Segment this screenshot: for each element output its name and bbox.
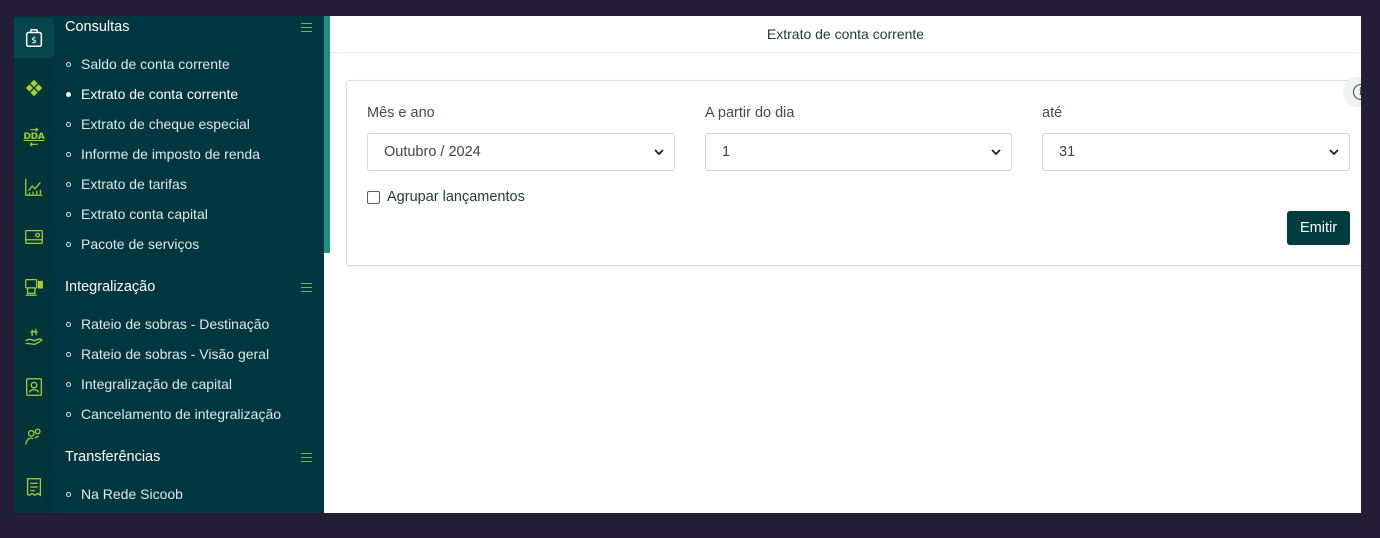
sidebar-item-integralizacao-capital[interactable]: Integralização de capital: [66, 373, 232, 395]
sidebar-item-label: Rateio de sobras - Visão geral: [81, 346, 270, 362]
sidebar-menu: Consultas Saldo de conta corrente Extrat…: [54, 16, 324, 513]
sidebar-item-label: Extrato de cheque especial: [81, 116, 250, 132]
section-title: Transferências: [65, 449, 161, 465]
to-day-select-value: 31: [1059, 144, 1076, 160]
svg-text:$: $: [31, 35, 37, 46]
bullet-icon: [66, 351, 71, 357]
from-day-label: A partir do dia: [705, 105, 795, 121]
sidebar-item-saldo[interactable]: Saldo de conta corrente: [66, 53, 230, 75]
to-day-label: até: [1042, 105, 1063, 121]
info-button[interactable]: i: [1343, 77, 1361, 107]
sidebar-item-tarifas[interactable]: Extrato de tarifas: [66, 173, 187, 195]
section-header-transferencias[interactable]: Transferências: [54, 442, 324, 472]
dda-label: DDA: [23, 132, 45, 142]
sidebar-item-label: Rateio de sobras - Destinação: [81, 316, 270, 332]
emit-button[interactable]: Emitir: [1287, 211, 1350, 245]
sidebar-item-label: Extrato conta capital: [81, 206, 208, 222]
sidebar-item-cancelamento[interactable]: Cancelamento de integralização: [66, 403, 281, 425]
sidebar-item-extrato-conta-corrente[interactable]: Extrato de conta corrente: [66, 83, 238, 105]
page-title: Extrato de conta corrente: [330, 16, 1361, 53]
dda-icon[interactable]: DDA: [14, 117, 54, 157]
section-header-integralizacao[interactable]: Integralização: [54, 272, 324, 302]
sidebar-item-label: Extrato de tarifas: [81, 176, 187, 192]
sidebar-item-label: Na Rede Sicoob: [81, 486, 183, 502]
bullet-icon: [66, 381, 71, 387]
from-day-select[interactable]: 1: [705, 133, 1012, 171]
group-entries-label[interactable]: Agrupar lançamentos: [387, 189, 525, 205]
bullet-icon: [66, 151, 71, 157]
sidebar-item-rateio-destinacao[interactable]: Rateio de sobras - Destinação: [66, 313, 269, 335]
bullet-icon: [66, 211, 71, 217]
sidebar-item-rateio-visao-geral[interactable]: Rateio de sobras - Visão geral: [66, 343, 269, 365]
info-icon: i: [1353, 84, 1361, 100]
sidebar-item-conta-capital[interactable]: Extrato conta capital: [66, 203, 208, 225]
bullet-icon: [66, 61, 71, 67]
people-icon[interactable]: [14, 417, 54, 457]
month-select-value: Outubro / 2024: [384, 144, 481, 160]
sidebar-item-label: Saldo de conta corrente: [81, 56, 230, 72]
sidebar-item-pacote-servicos[interactable]: Pacote de serviços: [66, 233, 199, 255]
bullet-icon: [66, 241, 71, 247]
hamburger-icon[interactable]: [301, 22, 312, 32]
to-day-select[interactable]: 31: [1042, 133, 1350, 171]
card-payment-icon[interactable]: [14, 217, 54, 257]
bullet-icon: [66, 491, 71, 497]
hamburger-icon[interactable]: [301, 282, 312, 292]
printer-machine-icon[interactable]: [14, 267, 54, 307]
section-header-consultas[interactable]: Consultas: [54, 16, 324, 42]
section-title: Integralização: [65, 279, 156, 295]
group-entries-checkbox[interactable]: [367, 190, 380, 204]
chevron-down-icon: [654, 148, 664, 155]
month-label: Mês e ano: [367, 105, 435, 121]
bullet-icon: [66, 411, 71, 417]
bullet-icon: [66, 91, 71, 97]
app-window: $ DDA Consultas Saldo de conta corrente …: [14, 16, 1361, 513]
hamburger-icon[interactable]: [301, 452, 312, 462]
month-select[interactable]: Outubro / 2024: [367, 133, 675, 171]
sidebar-item-rede-sicoob[interactable]: Na Rede Sicoob: [66, 483, 183, 505]
money-bag-icon[interactable]: $: [14, 18, 54, 58]
bullet-icon: [66, 321, 71, 327]
sidebar-item-label: Informe de imposto de renda: [81, 146, 260, 162]
clover-icon[interactable]: [14, 68, 54, 108]
bullet-icon: [66, 121, 71, 127]
sidebar-item-imposto-renda[interactable]: Informe de imposto de renda: [66, 143, 260, 165]
sidebar-item-label: Integralização de capital: [81, 376, 232, 392]
sidebar-item-label: Pacote de serviços: [81, 236, 200, 252]
sidebar-item-label: Extrato de conta corrente: [81, 86, 239, 102]
group-entries-row[interactable]: Agrupar lançamentos: [367, 189, 525, 205]
chart-icon[interactable]: [14, 167, 54, 207]
filter-card: i Mês e ano Outubro / 2024 A partir do d…: [346, 77, 1361, 266]
id-badge-icon[interactable]: [14, 367, 54, 407]
main-content: Extrato de conta corrente i Mês e ano Ou…: [330, 16, 1361, 513]
from-day-select-value: 1: [722, 144, 731, 160]
chevron-down-icon: [1329, 148, 1339, 155]
chevron-down-icon: [991, 148, 1001, 155]
bullet-icon: [66, 181, 71, 187]
icon-rail: $ DDA: [14, 16, 54, 513]
receipt-icon[interactable]: [14, 467, 54, 507]
sidebar-item-label: Cancelamento de integralização: [81, 406, 282, 422]
sidebar-item-cheque-especial[interactable]: Extrato de cheque especial: [66, 113, 250, 135]
hand-money-icon[interactable]: [14, 317, 54, 357]
section-title: Consultas: [65, 19, 130, 35]
